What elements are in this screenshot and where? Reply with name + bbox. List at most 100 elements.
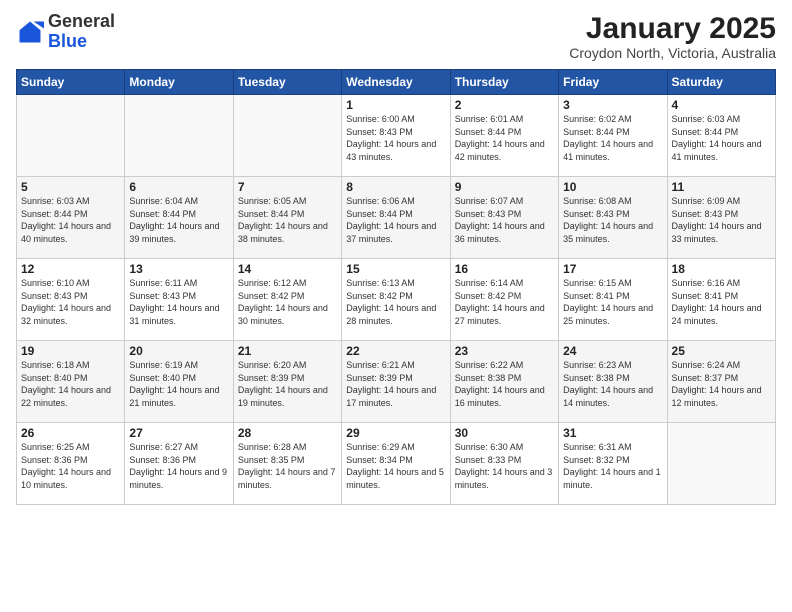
day-number: 17: [563, 262, 662, 276]
day-info: Sunrise: 6:04 AM Sunset: 8:44 PM Dayligh…: [129, 195, 228, 245]
calendar-week-1: 1Sunrise: 6:00 AM Sunset: 8:43 PM Daylig…: [17, 95, 776, 177]
calendar-week-5: 26Sunrise: 6:25 AM Sunset: 8:36 PM Dayli…: [17, 423, 776, 505]
day-info: Sunrise: 6:03 AM Sunset: 8:44 PM Dayligh…: [672, 113, 771, 163]
day-number: 4: [672, 98, 771, 112]
calendar-cell: [667, 423, 775, 505]
day-info: Sunrise: 6:29 AM Sunset: 8:34 PM Dayligh…: [346, 441, 445, 491]
day-info: Sunrise: 6:12 AM Sunset: 8:42 PM Dayligh…: [238, 277, 337, 327]
day-info: Sunrise: 6:00 AM Sunset: 8:43 PM Dayligh…: [346, 113, 445, 163]
day-number: 8: [346, 180, 445, 194]
calendar-cell: 23Sunrise: 6:22 AM Sunset: 8:38 PM Dayli…: [450, 341, 558, 423]
day-number: 19: [21, 344, 120, 358]
day-info: Sunrise: 6:08 AM Sunset: 8:43 PM Dayligh…: [563, 195, 662, 245]
calendar-table: SundayMondayTuesdayWednesdayThursdayFrid…: [16, 69, 776, 505]
calendar-cell: 12Sunrise: 6:10 AM Sunset: 8:43 PM Dayli…: [17, 259, 125, 341]
day-number: 12: [21, 262, 120, 276]
day-info: Sunrise: 6:15 AM Sunset: 8:41 PM Dayligh…: [563, 277, 662, 327]
weekday-header-monday: Monday: [125, 70, 233, 95]
day-info: Sunrise: 6:05 AM Sunset: 8:44 PM Dayligh…: [238, 195, 337, 245]
weekday-header-thursday: Thursday: [450, 70, 558, 95]
calendar-week-2: 5Sunrise: 6:03 AM Sunset: 8:44 PM Daylig…: [17, 177, 776, 259]
day-info: Sunrise: 6:28 AM Sunset: 8:35 PM Dayligh…: [238, 441, 337, 491]
calendar-cell: 19Sunrise: 6:18 AM Sunset: 8:40 PM Dayli…: [17, 341, 125, 423]
calendar-cell: 8Sunrise: 6:06 AM Sunset: 8:44 PM Daylig…: [342, 177, 450, 259]
calendar-cell: 29Sunrise: 6:29 AM Sunset: 8:34 PM Dayli…: [342, 423, 450, 505]
day-info: Sunrise: 6:06 AM Sunset: 8:44 PM Dayligh…: [346, 195, 445, 245]
day-info: Sunrise: 6:14 AM Sunset: 8:42 PM Dayligh…: [455, 277, 554, 327]
calendar-cell: 31Sunrise: 6:31 AM Sunset: 8:32 PM Dayli…: [559, 423, 667, 505]
day-number: 1: [346, 98, 445, 112]
day-number: 16: [455, 262, 554, 276]
calendar-week-3: 12Sunrise: 6:10 AM Sunset: 8:43 PM Dayli…: [17, 259, 776, 341]
calendar-cell: [125, 95, 233, 177]
calendar-cell: 1Sunrise: 6:00 AM Sunset: 8:43 PM Daylig…: [342, 95, 450, 177]
day-info: Sunrise: 6:01 AM Sunset: 8:44 PM Dayligh…: [455, 113, 554, 163]
day-number: 3: [563, 98, 662, 112]
day-number: 29: [346, 426, 445, 440]
calendar-cell: 9Sunrise: 6:07 AM Sunset: 8:43 PM Daylig…: [450, 177, 558, 259]
calendar-cell: 16Sunrise: 6:14 AM Sunset: 8:42 PM Dayli…: [450, 259, 558, 341]
day-number: 9: [455, 180, 554, 194]
day-number: 10: [563, 180, 662, 194]
day-number: 21: [238, 344, 337, 358]
weekday-header-saturday: Saturday: [667, 70, 775, 95]
calendar-cell: 3Sunrise: 6:02 AM Sunset: 8:44 PM Daylig…: [559, 95, 667, 177]
calendar-cell: 30Sunrise: 6:30 AM Sunset: 8:33 PM Dayli…: [450, 423, 558, 505]
day-info: Sunrise: 6:07 AM Sunset: 8:43 PM Dayligh…: [455, 195, 554, 245]
calendar-cell: 15Sunrise: 6:13 AM Sunset: 8:42 PM Dayli…: [342, 259, 450, 341]
calendar-cell: 13Sunrise: 6:11 AM Sunset: 8:43 PM Dayli…: [125, 259, 233, 341]
day-info: Sunrise: 6:19 AM Sunset: 8:40 PM Dayligh…: [129, 359, 228, 409]
calendar-cell: [17, 95, 125, 177]
calendar-cell: 24Sunrise: 6:23 AM Sunset: 8:38 PM Dayli…: [559, 341, 667, 423]
calendar-cell: 20Sunrise: 6:19 AM Sunset: 8:40 PM Dayli…: [125, 341, 233, 423]
weekday-header-friday: Friday: [559, 70, 667, 95]
calendar-cell: 27Sunrise: 6:27 AM Sunset: 8:36 PM Dayli…: [125, 423, 233, 505]
day-info: Sunrise: 6:03 AM Sunset: 8:44 PM Dayligh…: [21, 195, 120, 245]
day-number: 23: [455, 344, 554, 358]
day-number: 13: [129, 262, 228, 276]
day-number: 24: [563, 344, 662, 358]
day-number: 20: [129, 344, 228, 358]
calendar-cell: 10Sunrise: 6:08 AM Sunset: 8:43 PM Dayli…: [559, 177, 667, 259]
day-info: Sunrise: 6:31 AM Sunset: 8:32 PM Dayligh…: [563, 441, 662, 491]
calendar-cell: 4Sunrise: 6:03 AM Sunset: 8:44 PM Daylig…: [667, 95, 775, 177]
day-number: 15: [346, 262, 445, 276]
calendar-header-row: SundayMondayTuesdayWednesdayThursdayFrid…: [17, 70, 776, 95]
day-number: 30: [455, 426, 554, 440]
page: General Blue January 2025 Croydon North,…: [0, 0, 792, 612]
weekday-header-tuesday: Tuesday: [233, 70, 341, 95]
logo-general: General: [48, 11, 115, 31]
calendar-cell: 2Sunrise: 6:01 AM Sunset: 8:44 PM Daylig…: [450, 95, 558, 177]
title-block: January 2025 Croydon North, Victoria, Au…: [569, 12, 776, 61]
day-info: Sunrise: 6:10 AM Sunset: 8:43 PM Dayligh…: [21, 277, 120, 327]
day-info: Sunrise: 6:11 AM Sunset: 8:43 PM Dayligh…: [129, 277, 228, 327]
day-info: Sunrise: 6:30 AM Sunset: 8:33 PM Dayligh…: [455, 441, 554, 491]
calendar-cell: 26Sunrise: 6:25 AM Sunset: 8:36 PM Dayli…: [17, 423, 125, 505]
logo-icon: [16, 18, 44, 46]
day-info: Sunrise: 6:09 AM Sunset: 8:43 PM Dayligh…: [672, 195, 771, 245]
day-info: Sunrise: 6:27 AM Sunset: 8:36 PM Dayligh…: [129, 441, 228, 491]
calendar-cell: [233, 95, 341, 177]
logo-text: General Blue: [48, 12, 115, 52]
day-number: 18: [672, 262, 771, 276]
day-number: 11: [672, 180, 771, 194]
day-info: Sunrise: 6:20 AM Sunset: 8:39 PM Dayligh…: [238, 359, 337, 409]
day-number: 7: [238, 180, 337, 194]
day-info: Sunrise: 6:16 AM Sunset: 8:41 PM Dayligh…: [672, 277, 771, 327]
weekday-header-sunday: Sunday: [17, 70, 125, 95]
calendar-cell: 6Sunrise: 6:04 AM Sunset: 8:44 PM Daylig…: [125, 177, 233, 259]
calendar-cell: 18Sunrise: 6:16 AM Sunset: 8:41 PM Dayli…: [667, 259, 775, 341]
calendar-cell: 21Sunrise: 6:20 AM Sunset: 8:39 PM Dayli…: [233, 341, 341, 423]
logo-blue: Blue: [48, 31, 87, 51]
day-info: Sunrise: 6:13 AM Sunset: 8:42 PM Dayligh…: [346, 277, 445, 327]
day-number: 31: [563, 426, 662, 440]
day-number: 26: [21, 426, 120, 440]
calendar-cell: 22Sunrise: 6:21 AM Sunset: 8:39 PM Dayli…: [342, 341, 450, 423]
logo: General Blue: [16, 12, 115, 52]
day-info: Sunrise: 6:25 AM Sunset: 8:36 PM Dayligh…: [21, 441, 120, 491]
day-number: 6: [129, 180, 228, 194]
day-info: Sunrise: 6:18 AM Sunset: 8:40 PM Dayligh…: [21, 359, 120, 409]
month-title: January 2025: [569, 12, 776, 45]
calendar-cell: 11Sunrise: 6:09 AM Sunset: 8:43 PM Dayli…: [667, 177, 775, 259]
day-number: 2: [455, 98, 554, 112]
